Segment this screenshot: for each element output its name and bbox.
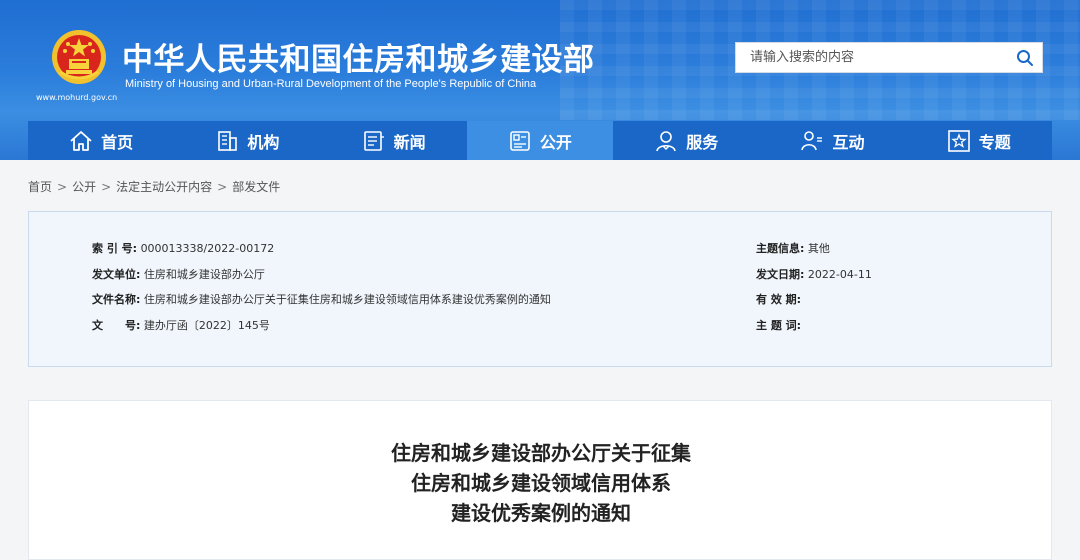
nav-item-disclosure[interactable]: 公开 bbox=[466, 121, 614, 160]
service-icon bbox=[656, 130, 676, 151]
info-docno-row: 文 号: 建办厅函〔2022〕145号 bbox=[92, 317, 270, 333]
home-icon bbox=[70, 130, 92, 151]
document-info-box: 索 引 号: 000013338/2022-00172 发文单位: 住房和城乡建… bbox=[28, 211, 1052, 367]
info-index-row: 索 引 号: 000013338/2022-00172 bbox=[92, 240, 274, 256]
nav-label: 机构 bbox=[247, 132, 280, 152]
main-navigation: 首页 机构 新闻 公开 服务 互动 专题 bbox=[28, 121, 1052, 160]
info-date-row: 发文日期: 2022-04-11 bbox=[756, 266, 872, 282]
document-title-line-2: 住房和城乡建设领域信用体系 bbox=[411, 471, 671, 495]
info-index-label: 索 引 号: bbox=[92, 242, 138, 255]
nav-label: 专题 bbox=[978, 132, 1011, 152]
document-title-line-3: 建设优秀案例的通知 bbox=[451, 501, 631, 525]
building-icon bbox=[218, 130, 238, 151]
info-issuer-row: 发文单位: 住房和城乡建设部办公厅 bbox=[92, 266, 265, 282]
document-title-line-1: 住房和城乡建设部办公厅关于征集 bbox=[391, 441, 691, 465]
nav-item-organization[interactable]: 机构 bbox=[174, 121, 320, 160]
breadcrumb-link-home[interactable]: 首页 bbox=[28, 180, 52, 194]
nav-label: 服务 bbox=[686, 132, 719, 152]
nav-item-service[interactable]: 服务 bbox=[613, 121, 759, 160]
nav-item-news[interactable]: 新闻 bbox=[321, 121, 467, 160]
info-issuer-value: 住房和城乡建设部办公厅 bbox=[143, 268, 265, 281]
breadcrumb-separator: > bbox=[101, 180, 112, 194]
info-topic-value: 其他 bbox=[807, 242, 830, 255]
breadcrumb-link-disclosure[interactable]: 公开 bbox=[72, 180, 96, 194]
breadcrumb-link-ministry-docs[interactable]: 部发文件 bbox=[232, 180, 280, 194]
site-url: www.mohurd.gov.cn bbox=[36, 93, 118, 102]
site-title-chinese[interactable]: 中华人民共和国住房和城乡建设部 bbox=[122, 34, 595, 79]
info-topic-label: 主题信息: bbox=[756, 242, 805, 255]
national-emblem-icon[interactable] bbox=[50, 28, 108, 86]
info-issuer-label: 发文单位: bbox=[92, 268, 141, 281]
nav-item-home[interactable]: 首页 bbox=[28, 121, 174, 160]
info-keywords-label: 主 题 词: bbox=[756, 319, 802, 332]
breadcrumb-link-statutory[interactable]: 法定主动公开内容 bbox=[116, 180, 212, 194]
star-icon bbox=[947, 129, 970, 152]
info-docno-label: 文 号: bbox=[92, 319, 141, 332]
info-validity-label: 有 效 期: bbox=[756, 293, 802, 306]
info-topic-row: 主题信息: 其他 bbox=[756, 240, 830, 256]
breadcrumb-separator: > bbox=[57, 180, 68, 194]
info-docname-row: 文件名称: 住房和城乡建设部办公厅关于征集住房和城乡建设领域信用体系建设优秀案例… bbox=[92, 291, 551, 307]
disclosure-icon bbox=[510, 130, 530, 151]
search-icon[interactable] bbox=[1016, 49, 1034, 67]
news-icon bbox=[363, 130, 384, 151]
site-title-english: Ministry of Housing and Urban-Rural Deve… bbox=[125, 78, 537, 90]
interaction-icon bbox=[801, 130, 823, 150]
search-box bbox=[735, 42, 1043, 73]
breadcrumb: 首页 > 公开 > 法定主动公开内容 > 部发文件 bbox=[28, 178, 280, 195]
nav-item-interaction[interactable]: 互动 bbox=[759, 121, 905, 160]
nav-item-topics[interactable]: 专题 bbox=[906, 121, 1052, 160]
nav-label: 公开 bbox=[539, 132, 572, 152]
nav-label: 互动 bbox=[832, 132, 865, 152]
document-content-card: 住房和城乡建设部办公厅关于征集 住房和城乡建设领域信用体系 建设优秀案例的通知 bbox=[28, 400, 1052, 560]
info-date-label: 发文日期: bbox=[756, 268, 805, 281]
info-keywords-row: 主 题 词: bbox=[756, 317, 801, 333]
info-validity-row: 有 效 期: bbox=[756, 291, 801, 307]
info-index-value: 000013338/2022-00172 bbox=[140, 242, 275, 255]
breadcrumb-separator: > bbox=[217, 180, 228, 194]
nav-label: 首页 bbox=[101, 132, 134, 152]
info-docno-value: 建办厅函〔2022〕145号 bbox=[143, 319, 270, 332]
info-date-value: 2022-04-11 bbox=[807, 268, 872, 281]
info-docname-label: 文件名称: bbox=[92, 293, 141, 306]
info-docname-value: 住房和城乡建设部办公厅关于征集住房和城乡建设领域信用体系建设优秀案例的通知 bbox=[143, 293, 551, 306]
search-input[interactable] bbox=[736, 43, 1004, 72]
nav-label: 新闻 bbox=[393, 132, 426, 152]
